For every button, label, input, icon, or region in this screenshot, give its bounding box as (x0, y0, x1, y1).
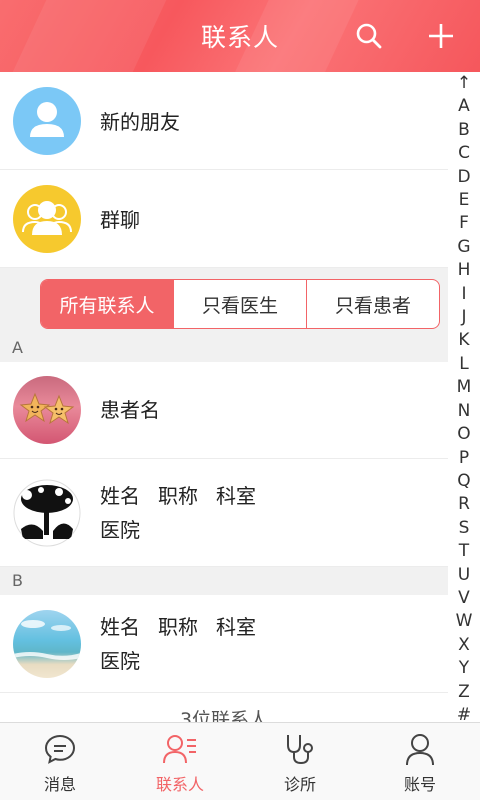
stars-image (19, 392, 75, 425)
new-friends-row[interactable]: 新的朋友 (0, 72, 448, 170)
index-letter[interactable]: J (448, 306, 480, 329)
index-letter[interactable]: M (448, 376, 480, 399)
contacts-icon (162, 731, 198, 767)
contact-avatar (13, 609, 81, 678)
chat-icon (42, 731, 78, 767)
nav-contacts[interactable]: 联系人 (120, 723, 240, 800)
filter-band: 所有联系人 只看医生 只看患者 (0, 268, 448, 334)
contact-list[interactable]: 新的朋友 群聊 所有联系人 只看医生 只看患者 A 患者名 姓名 职称 科室 医… (0, 72, 448, 722)
beach-image (13, 619, 81, 660)
contact-info: 姓名 职称 科室 医院 (100, 610, 274, 678)
group-chat-avatar (13, 184, 81, 253)
tab-all-contacts[interactable]: 所有联系人 (41, 280, 173, 328)
nav-account[interactable]: 账号 (360, 723, 480, 800)
index-letter[interactable]: S (448, 517, 480, 540)
group-icon (22, 200, 72, 235)
section-header-a: A (0, 334, 448, 362)
contact-hospital: 医院 (100, 517, 140, 542)
tab-doctors-only[interactable]: 只看医生 (173, 280, 306, 328)
nav-label: 联系人 (155, 775, 204, 794)
index-letter[interactable]: N (448, 400, 480, 423)
nav-label: 账号 (403, 775, 436, 794)
index-letter[interactable]: A (448, 95, 480, 118)
new-friends-avatar (13, 86, 81, 155)
index-letter[interactable]: Q (448, 470, 480, 493)
index-letter[interactable]: R (448, 493, 480, 516)
index-letter[interactable]: G (448, 236, 480, 259)
index-letter[interactable]: C (448, 142, 480, 165)
contact-info: 姓名 职称 科室 医院 (100, 479, 274, 547)
nav-clinic[interactable]: 诊所 (240, 723, 360, 800)
nav-label: 诊所 (283, 775, 316, 794)
contact-meta: 姓名 职称 科室 (100, 610, 274, 644)
index-letter[interactable]: X (448, 634, 480, 657)
index-letter[interactable]: Y (448, 657, 480, 680)
index-letter[interactable]: Z (448, 681, 480, 704)
index-letter[interactable]: B (448, 119, 480, 142)
contact-row[interactable]: 姓名 职称 科室 医院 (0, 459, 448, 567)
stethoscope-icon (282, 731, 318, 767)
tree-silhouette-image (13, 479, 81, 546)
index-letter[interactable]: ↑ (448, 72, 480, 95)
nav-label: 消息 (43, 775, 76, 794)
index-letter[interactable]: K (448, 329, 480, 352)
tab-patients-only[interactable]: 只看患者 (306, 280, 439, 328)
index-letter[interactable]: L (448, 353, 480, 376)
filter-tabs: 所有联系人 只看医生 只看患者 (40, 279, 440, 329)
contact-name: 患者名 (100, 398, 160, 422)
index-letter[interactable]: V (448, 587, 480, 610)
search-button[interactable] (349, 16, 389, 56)
contact-hospital: 医院 (100, 648, 140, 673)
index-letter[interactable]: D (448, 166, 480, 189)
contact-name: 姓名 (100, 483, 140, 508)
alphabet-index[interactable]: ↑ A B C D E F G H I J K L M N O P Q R S T U V W X Y Z # (448, 72, 480, 725)
plus-icon (429, 24, 453, 48)
contact-dept: 科室 (216, 483, 256, 508)
contact-row[interactable]: 姓名 职称 科室 医院 (0, 595, 448, 693)
contact-row[interactable]: 患者名 (0, 362, 448, 459)
contact-title: 职称 (158, 483, 198, 508)
index-letter[interactable]: E (448, 189, 480, 212)
add-button[interactable] (421, 16, 461, 56)
contact-name: 姓名 (100, 614, 140, 639)
contact-avatar (13, 478, 81, 547)
contact-count: 3位联系人 (179, 708, 269, 723)
bottom-nav: 消息 联系人 诊所 账号 (0, 722, 480, 800)
index-letter[interactable]: O (448, 423, 480, 446)
new-friends-label: 新的朋友 (100, 110, 180, 134)
contact-meta: 姓名 职称 科室 (100, 479, 274, 513)
search-icon (356, 23, 382, 49)
group-chat-row[interactable]: 群聊 (0, 170, 448, 268)
page-title: 联系人 (200, 23, 279, 52)
index-letter[interactable]: U (448, 564, 480, 587)
index-letter[interactable]: P (448, 447, 480, 470)
app-header: 联系人 (0, 0, 480, 72)
index-letter[interactable]: H (448, 259, 480, 282)
user-icon (402, 731, 438, 767)
person-icon (30, 101, 64, 137)
index-letter[interactable]: T (448, 540, 480, 563)
contact-title: 职称 (158, 614, 198, 639)
nav-messages[interactable]: 消息 (0, 723, 120, 800)
index-letter[interactable]: W (448, 610, 480, 633)
index-letter[interactable]: F (448, 212, 480, 235)
group-chat-label: 群聊 (100, 208, 140, 232)
index-letter[interactable]: I (448, 283, 480, 306)
section-header-b: B (0, 567, 448, 595)
contact-avatar (13, 376, 81, 444)
contact-dept: 科室 (216, 614, 256, 639)
